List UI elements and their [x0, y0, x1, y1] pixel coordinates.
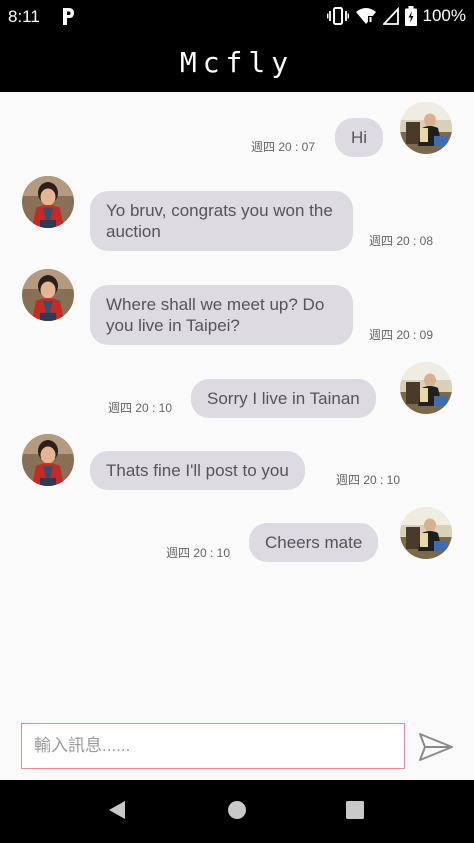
message-bubble[interactable]: Thats fine I'll post to you: [90, 451, 305, 490]
message-time: 週四 20 : 10: [336, 473, 401, 487]
status-icons: 100%: [326, 6, 466, 26]
vibrate-icon: [326, 7, 349, 25]
app-bar: Mcfly: [0, 32, 474, 92]
message-time: 週四 20 : 07: [251, 140, 316, 154]
message-bubble[interactable]: Hi: [335, 118, 384, 157]
signal-icon: [382, 7, 399, 25]
message-bubble[interactable]: Where shall we meet up? Do you live in T…: [90, 285, 353, 345]
message-time: 週四 20 : 08: [369, 234, 434, 248]
battery-percent: 100%: [422, 6, 466, 25]
battery-icon: [404, 6, 417, 26]
contact-avatar: [22, 176, 74, 228]
chat-title: Mcfly: [179, 45, 295, 79]
message-bubble[interactable]: Sorry I live in Tainan: [191, 379, 376, 418]
my-avatar: [400, 507, 452, 559]
home-icon[interactable]: [227, 799, 247, 821]
parking-icon: [63, 8, 74, 25]
back-icon[interactable]: [107, 799, 127, 821]
status-time: 8:11: [8, 7, 40, 26]
message-list[interactable]: Hi 週四 20 : 07 Yo bruv, congrats you won …: [0, 92, 474, 712]
message-time: 週四 20 : 09: [369, 328, 434, 342]
contact-avatar: [22, 269, 74, 321]
message-input[interactable]: [21, 723, 405, 769]
contact-avatar: [22, 434, 74, 486]
my-avatar: [400, 362, 452, 414]
message-bubble[interactable]: Cheers mate: [249, 523, 379, 562]
system-nav-bar: [0, 780, 474, 843]
recents-icon[interactable]: [345, 799, 365, 821]
message-bubble[interactable]: Yo bruv, congrats you won the auction: [90, 191, 353, 251]
wifi-icon: [355, 8, 376, 24]
status-bar: 8:11 100%: [0, 0, 474, 32]
my-avatar: [400, 102, 452, 154]
send-icon[interactable]: [416, 730, 456, 764]
composer: [0, 712, 474, 780]
message-time: 週四 20 : 10: [108, 401, 173, 415]
message-time: 週四 20 : 10: [166, 546, 231, 560]
